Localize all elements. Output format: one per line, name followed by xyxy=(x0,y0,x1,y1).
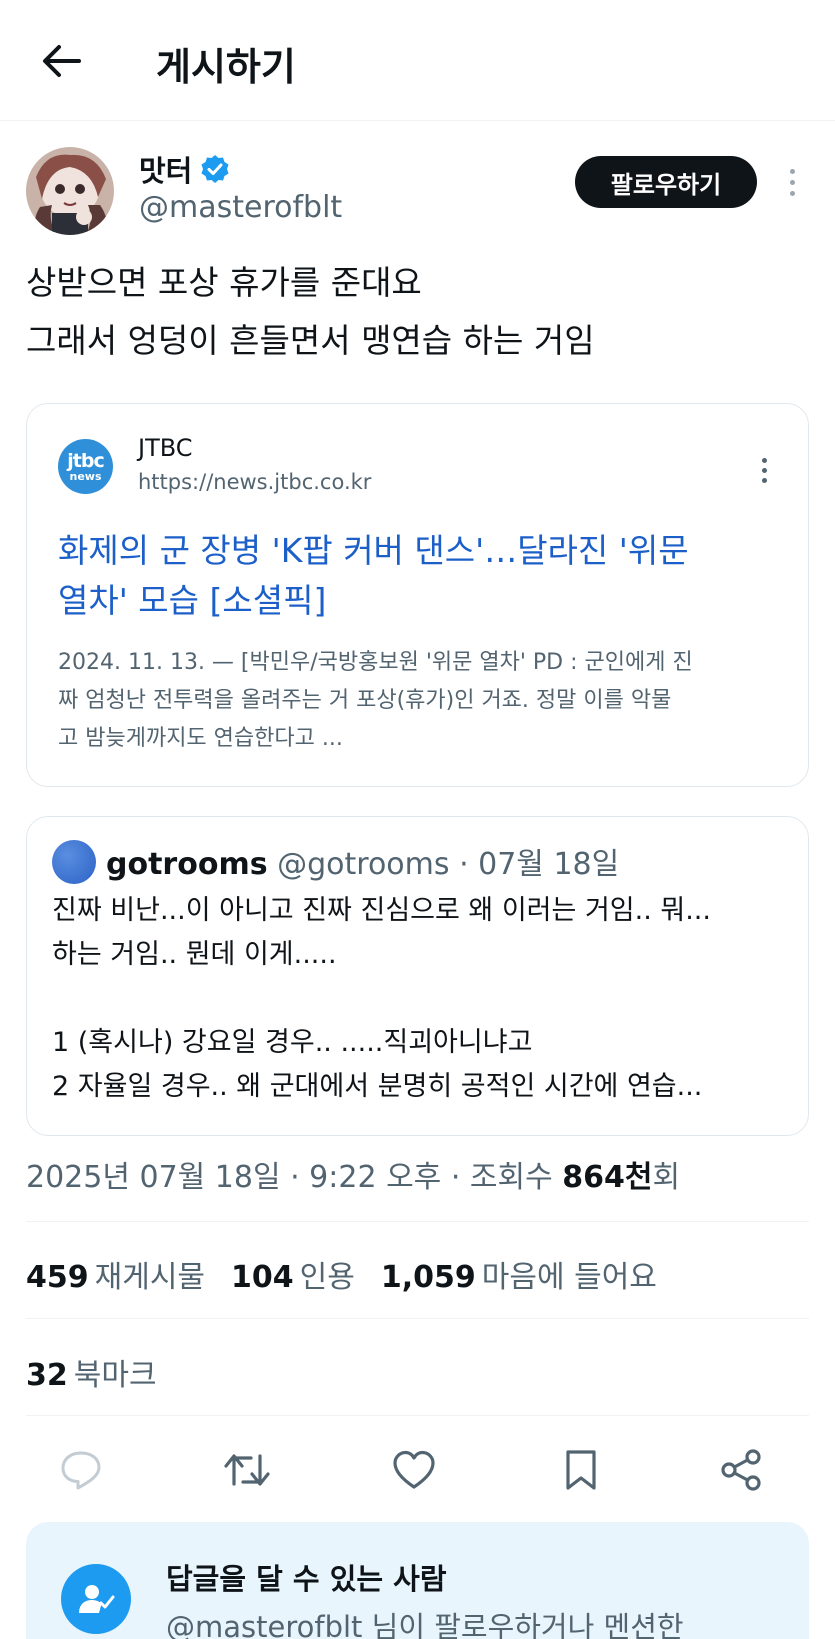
link-desc-line: 2024. 11. 13. — [박민우/국방홍보원 '위문 열차' PD : … xyxy=(58,650,693,675)
link-description: 2024. 11. 13. — [박민우/국방홍보원 '위문 열차' PD : … xyxy=(58,644,788,758)
link-desc-line: 고 밤늦게까지도 연습한다고 ... xyxy=(58,726,343,751)
like-button[interactable] xyxy=(379,1435,449,1505)
more-dot-icon xyxy=(761,457,767,463)
link-desc-line: 짜 엄청난 전투력을 올려주는 거 포상(휴가)인 거죠. 정말 이를 악물 xyxy=(58,688,672,713)
share-icon xyxy=(721,1449,761,1491)
link-title-line: 열차' 모습 [소셜픽] xyxy=(58,581,327,620)
link-title-line: 화제의 군 장병 'K팝 커버 댄스'…달라진 '위문 xyxy=(58,531,689,570)
reposts-stat[interactable]: 459 재게시물 xyxy=(26,1252,205,1296)
quoted-post-card[interactable]: gotrooms @gotrooms · 07월 18일 진짜 비난...이 아… xyxy=(26,816,809,1136)
author-name[interactable]: 맛터 xyxy=(139,148,192,190)
view-suffix: 회 xyxy=(652,1160,681,1195)
more-dot-icon xyxy=(789,168,795,174)
more-dot-icon xyxy=(761,477,767,483)
post-datetime: 2025년 07월 18일 · 9:22 오후 · 조회수 xyxy=(26,1160,563,1195)
reposts-count: 459 xyxy=(26,1260,89,1295)
quoted-post-header: gotrooms @gotrooms · 07월 18일 xyxy=(106,839,619,883)
share-button[interactable] xyxy=(706,1435,776,1505)
bookmarks-label: 북마크 xyxy=(73,1358,157,1393)
bookmarks-count: 32 xyxy=(26,1358,68,1393)
tweet-text: 상받으면 포상 휴가를 준대요 그래서 엉덩이 흔들면서 맹연습 하는 거임 xyxy=(26,254,816,370)
card-more-button[interactable] xyxy=(754,454,774,486)
quoted-author-avatar xyxy=(52,840,96,884)
bookmarks-stat[interactable]: 32 북마크 xyxy=(26,1350,157,1394)
action-bar xyxy=(26,1435,809,1505)
author-handle[interactable]: @masterofblt xyxy=(139,190,342,225)
author-name-row[interactable]: 맛터 xyxy=(139,148,230,190)
like-icon xyxy=(393,1450,435,1489)
reply-restriction-subtitle: @masterofblt 님이 팔로우하거나 멘션한 xyxy=(166,1610,684,1639)
repost-button[interactable] xyxy=(212,1435,282,1505)
page-title: 게시하기 xyxy=(156,45,296,89)
link-source-url: https://news.jtbc.co.kr xyxy=(138,470,372,494)
likes-count: 1,059 xyxy=(380,1260,476,1295)
user-check-icon xyxy=(61,1564,131,1634)
quoted-line: 2 자율일 경우.. 왜 군대에서 분명히 공적인 시간에 연습... xyxy=(52,1071,703,1102)
link-title[interactable]: 화제의 군 장병 'K팝 커버 댄스'…달라진 '위문 열차' 모습 [소셜픽] xyxy=(58,526,788,626)
jtbc-news-logo: jtbc news xyxy=(58,439,113,494)
quotes-label: 인용 xyxy=(299,1260,355,1295)
divider xyxy=(26,1415,809,1416)
reply-button[interactable] xyxy=(46,1435,116,1505)
more-dot-icon xyxy=(789,190,795,196)
tweet-line: 상받으면 포상 휴가를 준대요 xyxy=(26,263,422,302)
verified-badge-icon xyxy=(201,155,229,183)
more-dot-icon xyxy=(761,467,767,473)
quoted-line xyxy=(52,977,792,1021)
repost-icon xyxy=(224,1454,270,1486)
quoted-author-name: gotrooms xyxy=(106,847,268,882)
quotes-stat[interactable]: 104 인용 xyxy=(231,1252,355,1296)
tweet-line: 그래서 엉덩이 흔들면서 맹연습 하는 거임 xyxy=(26,321,595,360)
post-timestamp-views: 2025년 07월 18일 · 9:22 오후 · 조회수 864천회 xyxy=(26,1152,680,1196)
follow-button[interactable]: 팔로우하기 xyxy=(575,156,757,208)
likes-stat[interactable]: 1,059 마음에 들어요 xyxy=(381,1252,657,1296)
back-button[interactable] xyxy=(36,38,86,84)
reply-restriction-title: 답글을 달 수 있는 사람 xyxy=(166,1562,447,1596)
quoted-line: 진짜 비난...이 아니고 진짜 진심으로 왜 이러는 거임.. 뭐... xyxy=(52,895,711,926)
quoted-post-text: 진짜 비난...이 아니고 진짜 진심으로 왜 이러는 거임.. 뭐... 하는… xyxy=(52,889,792,1109)
reply-icon xyxy=(61,1451,101,1490)
divider xyxy=(26,1221,809,1222)
top-bar: 게시하기 xyxy=(0,0,835,121)
link-source-name: JTBC xyxy=(138,434,193,462)
more-options-button[interactable] xyxy=(778,162,806,202)
engagement-stats: 459 재게시물 104 인용 1,059 마음에 들어요 xyxy=(26,1252,657,1296)
quoted-post-date: · 07월 18일 xyxy=(459,847,620,882)
bookmark-button[interactable] xyxy=(546,1435,616,1505)
reposts-label: 재게시물 xyxy=(94,1260,206,1295)
quoted-line: 1 (혹시나) 강요일 경우.. .....직괴아니냐고 xyxy=(52,1027,533,1058)
view-count[interactable]: 864천 xyxy=(562,1160,652,1195)
author-avatar[interactable] xyxy=(26,147,114,235)
arrow-left-icon xyxy=(43,45,81,77)
link-preview-card[interactable]: jtbc news JTBC https://news.jtbc.co.kr 화… xyxy=(26,403,809,787)
reply-restriction-notice: 답글을 달 수 있는 사람 @masterofblt 님이 팔로우하거나 멘션한 xyxy=(26,1522,809,1639)
quoted-author-handle: @gotrooms xyxy=(277,847,450,882)
bookmark-icon xyxy=(566,1450,596,1490)
more-dot-icon xyxy=(789,179,795,185)
quotes-count: 104 xyxy=(231,1260,294,1295)
likes-label: 마음에 들어요 xyxy=(481,1260,657,1295)
quoted-line: 하는 거임.. 뭔데 이게..... xyxy=(52,939,337,970)
divider xyxy=(26,1318,809,1319)
